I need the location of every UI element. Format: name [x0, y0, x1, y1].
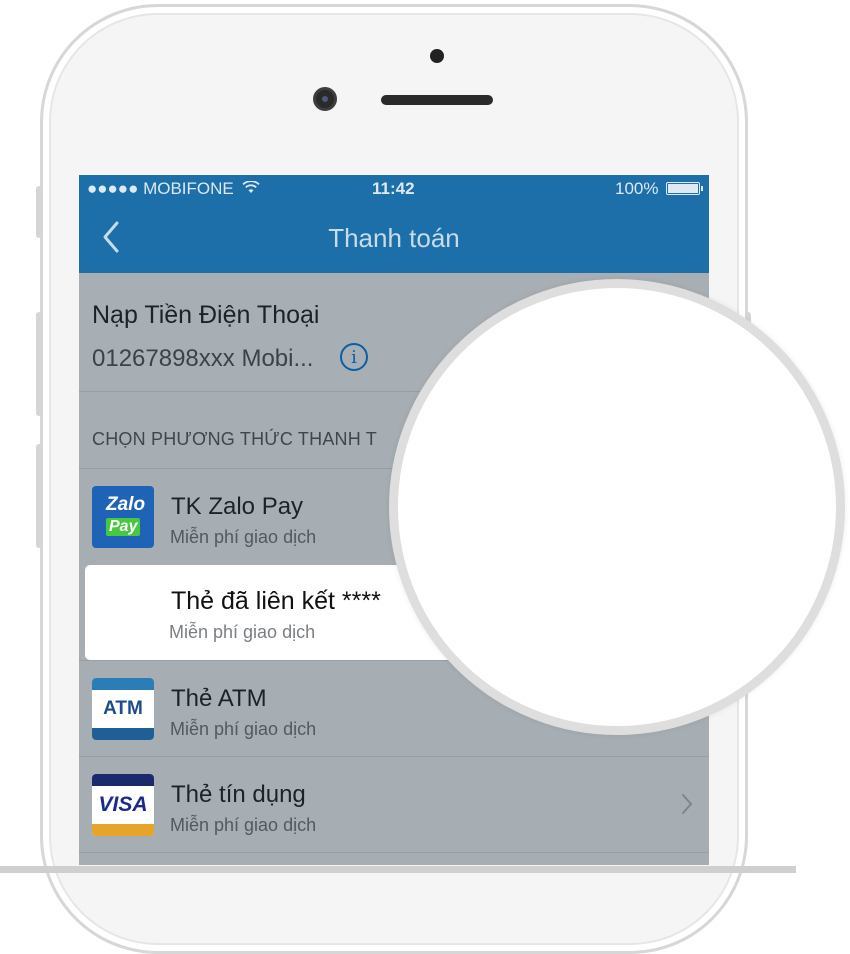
- volume-up-button: [36, 312, 42, 416]
- mute-switch: [36, 186, 42, 238]
- zalopay-icon: Zalo Pay: [92, 486, 154, 548]
- method-subtitle: Miễn phí giao dịch: [170, 719, 317, 739]
- status-bar: ●●●●● MOBIFONE 11:42 100%: [79, 175, 709, 203]
- earpiece-speaker: [381, 95, 493, 105]
- method-title: Thẻ tín dụng: [171, 781, 306, 808]
- page-title: Thanh toán: [328, 223, 460, 253]
- carrier-label: ●●●●● MOBIFONE: [87, 179, 261, 199]
- volume-down-button: [36, 444, 42, 548]
- battery-icon: [666, 182, 703, 195]
- method-title: Thẻ ATM: [171, 685, 267, 712]
- method-subtitle: Miễn phí giao dịch: [170, 527, 317, 547]
- battery-percent: 100%: [615, 179, 659, 198]
- wifi-icon: [242, 181, 261, 193]
- chevron-right-icon: [682, 794, 693, 814]
- magnifier-overlay: [389, 279, 845, 735]
- bottom-edge: [0, 866, 796, 873]
- front-camera-icon: [313, 87, 337, 111]
- list-divider: [79, 852, 709, 865]
- method-title: Thẻ đã liên kết ****: [171, 587, 381, 615]
- order-subtitle: 01267898xxx Mobi...: [92, 345, 314, 372]
- proximity-sensor: [430, 49, 444, 63]
- atm-card-icon: ATM: [92, 678, 154, 740]
- nav-bar: Thanh toán: [79, 203, 709, 273]
- status-time: 11:42: [372, 179, 415, 198]
- method-title: TK Zalo Pay: [171, 493, 304, 520]
- method-subtitle: Miễn phí giao dịch: [169, 622, 316, 642]
- visa-card-icon: VISA: [92, 774, 154, 836]
- order-title: Nạp Tiền Điện Thoại: [92, 301, 320, 329]
- method-subtitle: Miễn phí giao dịch: [170, 815, 317, 835]
- payment-method-credit-card[interactable]: VISA Thẻ tín dụng Miễn phí giao dịch: [79, 756, 709, 851]
- section-header: CHỌN PHƯƠNG THỨC THANH T: [92, 429, 377, 449]
- info-icon[interactable]: i: [340, 343, 368, 371]
